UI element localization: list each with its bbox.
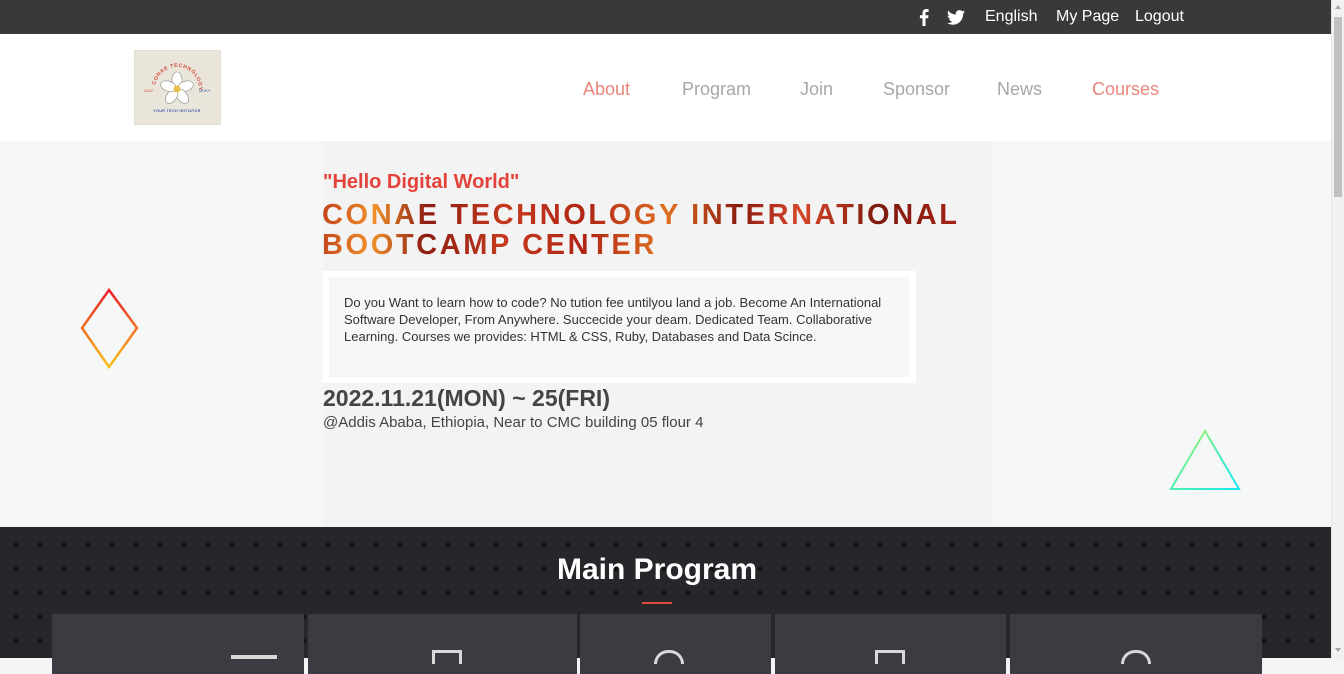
language-link[interactable]: English — [985, 8, 1037, 26]
program-card-icon — [1121, 650, 1151, 664]
nav-item-sponsor[interactable]: Sponsor — [883, 79, 950, 99]
program-card[interactable] — [308, 614, 577, 674]
my-page-link[interactable]: My Page — [1056, 8, 1119, 26]
event-venue: @Addis Ababa, Ethiopia, Near to CMC buil… — [323, 414, 704, 431]
hero-title: CONAE TECHNOLOGY INTERNATIONAL BOOTCAMP … — [322, 200, 982, 260]
program-card-icon — [231, 655, 277, 659]
nav-item-about[interactable]: About — [583, 79, 630, 99]
svg-text:YOUR TECH INITIATOR: YOUR TECH INITIATOR — [153, 109, 200, 113]
scroll-down-icon[interactable] — [1335, 648, 1341, 652]
nav-item-join[interactable]: Join — [800, 79, 833, 99]
hero-description: Do you Want to learn how to code? No tut… — [329, 277, 910, 377]
logo[interactable]: CONAE TECHNOLOGY 2022 MCKY YOUR TECH INI… — [134, 50, 221, 125]
site-header: CONAE TECHNOLOGY 2022 MCKY YOUR TECH INI… — [0, 34, 1331, 141]
hero-greeting: "Hello Digital World" — [323, 171, 520, 193]
program-card-icon — [654, 650, 684, 664]
page-scrollbar[interactable] — [1331, 0, 1344, 658]
section-title: Main Program — [556, 553, 758, 586]
section-divider — [642, 602, 672, 604]
program-card[interactable] — [52, 614, 304, 674]
nav-item-news[interactable]: News — [997, 79, 1042, 99]
program-card[interactable] — [1010, 614, 1262, 674]
scroll-up-icon[interactable] — [1335, 5, 1341, 9]
program-card[interactable] — [775, 614, 1006, 674]
program-card-icon — [432, 650, 462, 664]
hero-description-box: Do you Want to learn how to code? No tut… — [323, 271, 916, 383]
svg-text:MCKY: MCKY — [199, 88, 211, 93]
twitter-icon[interactable] — [947, 8, 965, 26]
event-date: 2022.11.21(MON) ~ 25(FRI) — [323, 385, 610, 411]
svg-text:2022: 2022 — [144, 88, 154, 93]
main-program-section: Main Program — [0, 527, 1331, 674]
nav-item-program[interactable]: Program — [682, 79, 751, 99]
logout-link[interactable]: Logout — [1135, 8, 1184, 26]
nav-item-courses[interactable]: Courses — [1092, 79, 1159, 99]
facebook-icon[interactable] — [915, 8, 933, 26]
triangle-decoration-icon — [1169, 429, 1241, 490]
top-bar: English My Page Logout — [0, 0, 1331, 34]
program-card-icon — [875, 650, 905, 664]
diamond-decoration-icon — [80, 288, 139, 370]
program-card[interactable] — [580, 614, 771, 674]
scroll-thumb[interactable] — [1334, 17, 1342, 197]
